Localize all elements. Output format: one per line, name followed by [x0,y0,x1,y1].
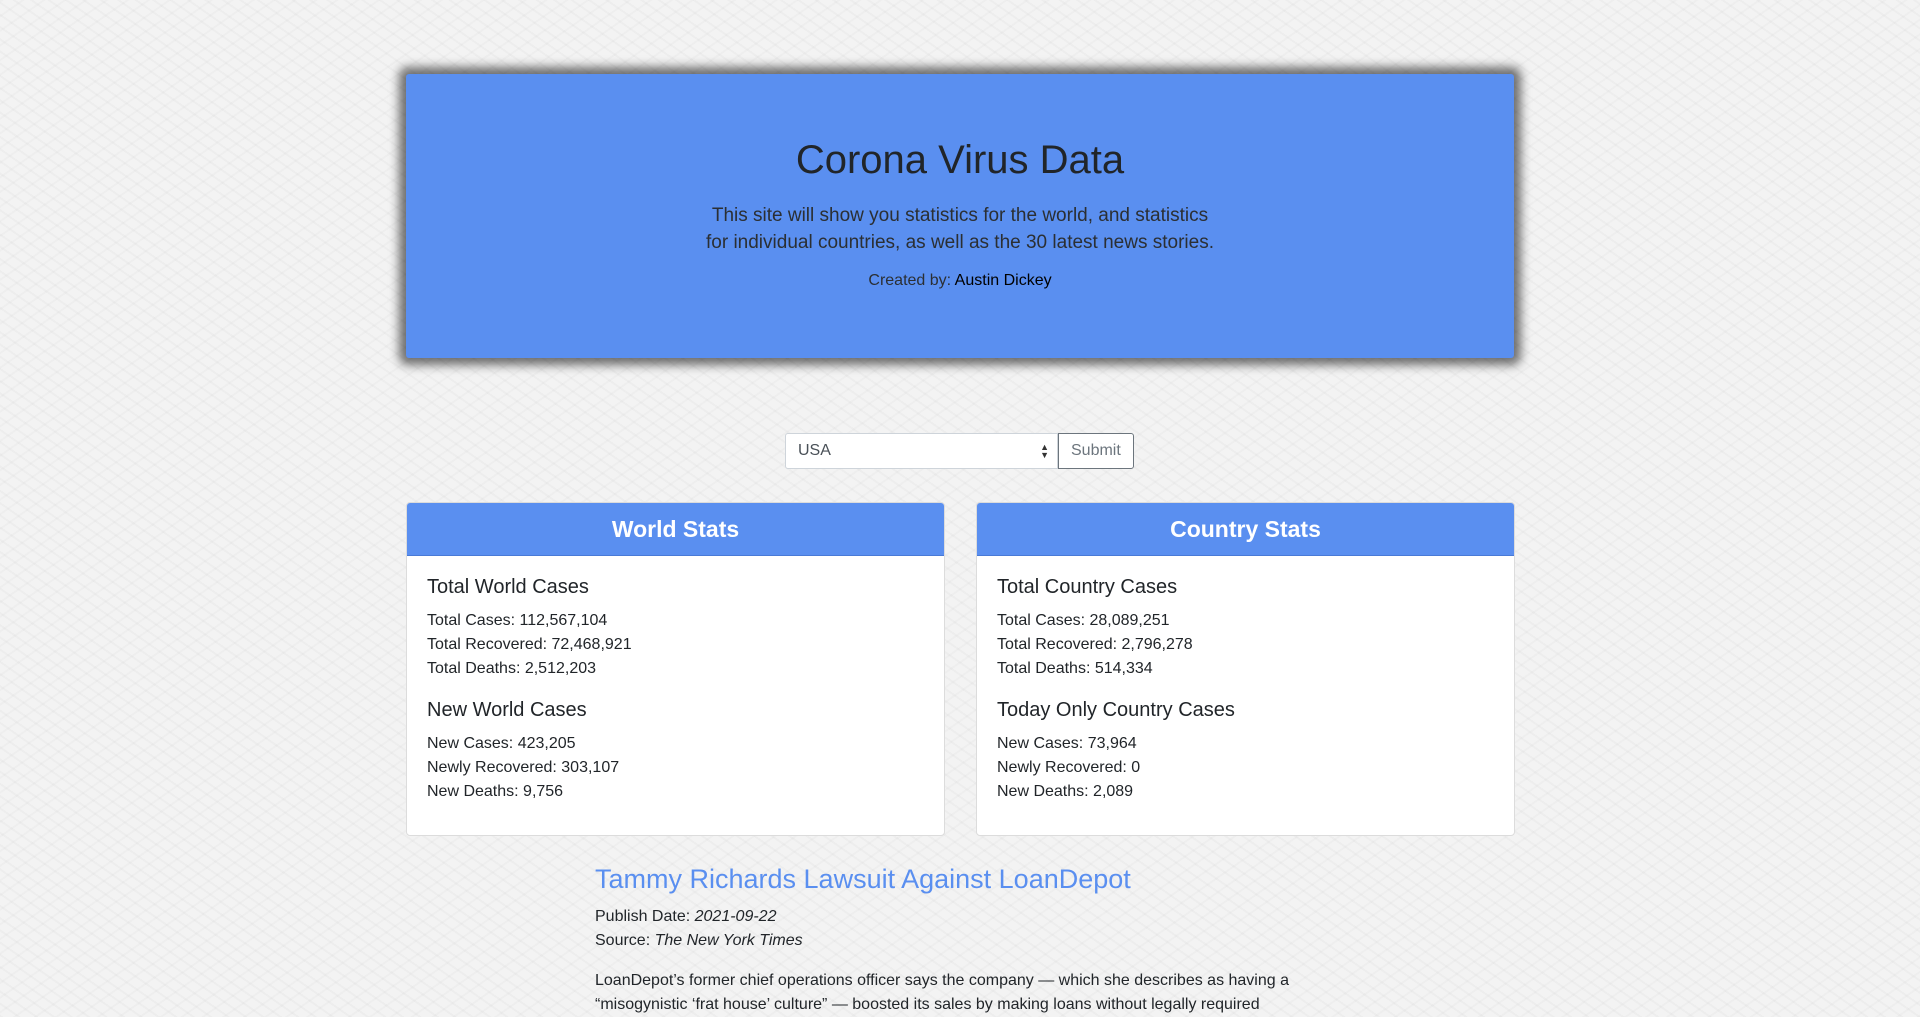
source-label: Source: [595,932,651,949]
submit-button[interactable]: Submit [1058,433,1134,469]
world-stats-body: Total World Cases Total Cases: 112,567,1… [407,556,944,822]
credit-line: Created by: Austin Dickey [406,272,1514,290]
world-new-recovered: Newly Recovered: 303,107 [427,759,620,776]
world-new-deaths: New Deaths: 9,756 [427,783,564,800]
country-total-deaths: Total Deaths: 514,334 [997,660,1153,677]
country-new-deaths: New Deaths: 2,089 [997,783,1134,800]
country-new-cases: New Cases: 73,964 [997,735,1137,752]
source-value: The New York Times [654,932,803,949]
today-country-cases-title: Today Only Country Cases [997,699,1235,721]
news-title-link[interactable]: Tammy Richards Lawsuit Against LoanDepot [595,864,1325,895]
total-world-cases-title: Total World Cases [427,576,589,598]
world-new-cases: New Cases: 423,205 [427,735,576,752]
country-total-cases: Total Cases: 28,089,251 [997,612,1170,629]
publish-date-label: Publish Date: [595,908,691,925]
country-select[interactable]: USA ▲ ▼ [785,433,1058,469]
news-description: LoanDepot’s former chief operations offi… [595,972,1289,1013]
country-stats-body: Total Country Cases Total Cases: 28,089,… [977,556,1514,822]
select-arrows-icon: ▲ ▼ [1040,442,1049,460]
hero-lead-text: This site will show you statistics for t… [706,205,1214,253]
country-new-recovered: Newly Recovered: 0 [997,759,1141,776]
country-stats-header: Country Stats [977,503,1514,556]
country-new-group: Today Only Country Cases New Cases: 73,9… [997,699,1494,804]
country-select-value: USA [798,442,831,459]
world-stats-header: World Stats [407,503,944,556]
world-stats-card: World Stats Total World Cases Total Case… [406,502,945,836]
news-source-line: Source: The New York Times [595,929,1325,953]
news-article: Tammy Richards Lawsuit Against LoanDepot… [595,864,1325,1017]
page-title: Corona Virus Data [795,138,1125,182]
news-publish-date-line: Publish Date: 2021-09-22 [595,905,1325,929]
country-stats-card: Country Stats Total Country Cases Total … [976,502,1515,836]
world-total-deaths: Total Deaths: 2,512,203 [427,660,597,677]
credit-label: Created by: [868,272,952,289]
country-total-recovered: Total Recovered: 2,796,278 [997,636,1193,653]
hero-jumbotron: Corona Virus Data This site will show yo… [406,74,1514,358]
publish-date-value: 2021-09-22 [694,908,777,925]
world-total-recovered: Total Recovered: 72,468,921 [427,636,632,653]
country-form: USA ▲ ▼ Submit [785,433,1134,469]
world-new-group: New World Cases New Cases: 423,205 Newly… [427,699,924,804]
total-country-cases-title: Total Country Cases [997,576,1178,598]
author-link[interactable]: Austin Dickey [955,272,1052,289]
new-world-cases-title: New World Cases [427,699,587,721]
world-total-cases: Total Cases: 112,567,104 [427,612,608,629]
